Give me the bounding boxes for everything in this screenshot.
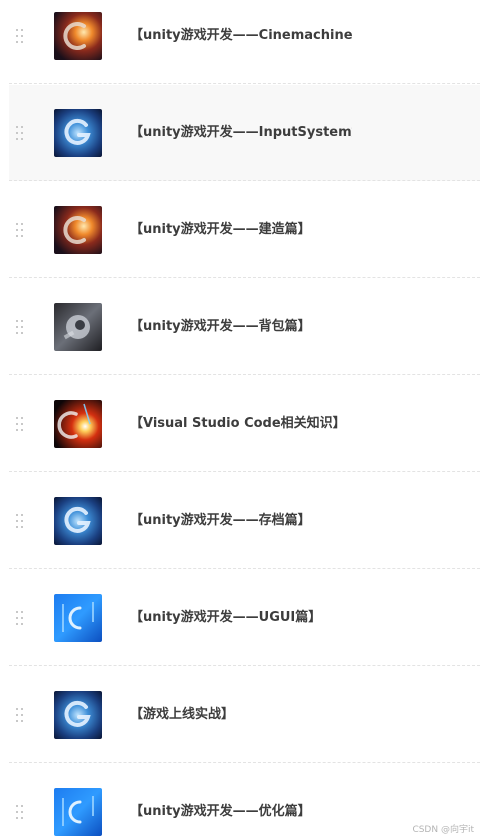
column-row[interactable]: 【游戏上线实战】: [9, 667, 480, 763]
fire-ring-thumbnail[interactable]: [54, 11, 102, 60]
drag-handle-icon[interactable]: [16, 416, 23, 432]
column-title[interactable]: 【unity游戏开发——Cinemachine篇】: [130, 27, 352, 45]
astronaut-thumbnail[interactable]: [54, 302, 102, 351]
column-title[interactable]: 【unity游戏开发——优化篇】: [130, 803, 352, 821]
drag-handle-icon[interactable]: [16, 319, 23, 335]
column-title[interactable]: 【unity游戏开发——背包篇】: [130, 318, 352, 336]
blue-light-thumbnail[interactable]: [54, 593, 102, 642]
column-row[interactable]: 【Visual Studio Code相关知识】: [9, 376, 480, 472]
column-title[interactable]: 【unity游戏开发——存档篇】: [130, 512, 352, 530]
column-row[interactable]: 【unity游戏开发——存档篇】: [9, 473, 480, 569]
blue-swirl-thumbnail[interactable]: [54, 496, 102, 545]
drag-handle-icon[interactable]: [16, 28, 23, 44]
column-row[interactable]: 【unity游戏开发——建造篇】: [9, 182, 480, 278]
blue-light-thumbnail[interactable]: [54, 788, 102, 836]
watermark: CSDN @向宇it: [412, 825, 474, 835]
column-row[interactable]: 【unity游戏开发——背包篇】: [9, 279, 480, 375]
column-row[interactable]: 【unity游戏开发——InputSystem篇】: [9, 85, 480, 181]
red-explosion-thumbnail[interactable]: [54, 399, 102, 448]
drag-handle-icon[interactable]: [16, 513, 23, 529]
drag-handle-icon[interactable]: [16, 125, 23, 141]
column-list: 【unity游戏开发——Cinemachine篇】 【unity游戏开发——In…: [0, 0, 480, 840]
column-title[interactable]: 【unity游戏开发——建造篇】: [130, 221, 352, 239]
drag-handle-icon[interactable]: [16, 707, 23, 723]
drag-handle-icon[interactable]: [16, 222, 23, 238]
blue-swirl-thumbnail[interactable]: [54, 690, 102, 739]
column-row[interactable]: 【unity游戏开发——UGUI篇】: [9, 570, 480, 666]
blue-swirl-thumbnail[interactable]: [54, 108, 102, 157]
column-title[interactable]: 【Visual Studio Code相关知识】: [130, 415, 352, 433]
column-row[interactable]: 【unity游戏开发——Cinemachine篇】: [9, 0, 480, 84]
fire-ring-thumbnail[interactable]: [54, 205, 102, 254]
drag-handle-icon[interactable]: [16, 610, 23, 626]
drag-handle-icon[interactable]: [16, 804, 23, 820]
column-title[interactable]: 【unity游戏开发——InputSystem篇】: [130, 124, 352, 142]
column-title[interactable]: 【unity游戏开发——UGUI篇】: [130, 609, 352, 627]
column-title[interactable]: 【游戏上线实战】: [130, 706, 352, 724]
column-row[interactable]: 【unity游戏开发——优化篇】: [9, 764, 480, 840]
